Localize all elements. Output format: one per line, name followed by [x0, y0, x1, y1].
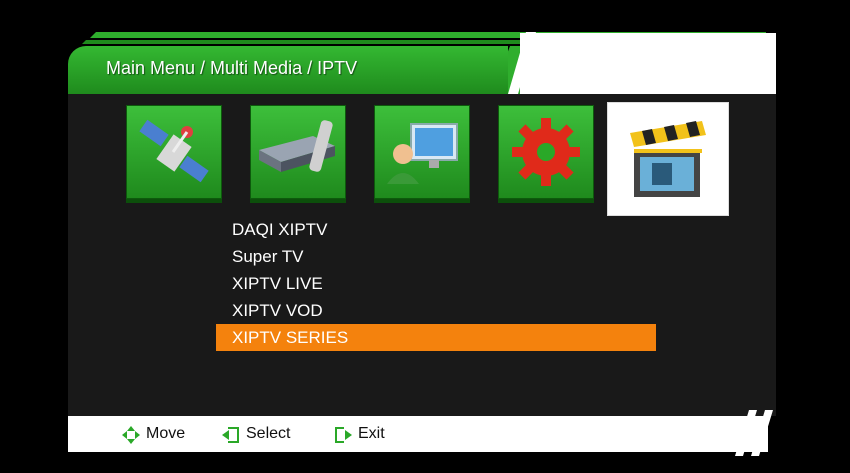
- satellite-icon: [139, 119, 209, 183]
- gear-icon: [512, 118, 580, 186]
- category-system[interactable]: [498, 105, 594, 199]
- stb-screen: Main Menu / Multi Media / IPTV DAQI XIPT…: [0, 0, 850, 473]
- category-installation[interactable]: [126, 105, 222, 199]
- hint-exit: Exit: [334, 416, 424, 452]
- hint-move-label: Move: [146, 425, 186, 442]
- iptv-menu-list: DAQI XIPTV Super TV XIPTV LIVE XIPTV VOD…: [216, 216, 656, 351]
- category-multimedia[interactable]: [607, 102, 729, 216]
- exit-icon: [335, 427, 352, 443]
- hint-select-label: Select: [246, 425, 291, 442]
- receiver-remote-icon: [259, 120, 335, 172]
- menu-item-xiptv-live[interactable]: XIPTV LIVE: [216, 270, 656, 297]
- page-title: Main Menu / Multi Media / IPTV: [106, 58, 358, 78]
- menu-item-xiptv-series[interactable]: XIPTV SERIES: [216, 324, 656, 351]
- category-settings[interactable]: [250, 105, 346, 199]
- menu-item-daqi-xiptv[interactable]: DAQI XIPTV: [216, 216, 656, 243]
- footer-stripes: [735, 410, 773, 456]
- category-tools[interactable]: [374, 105, 470, 199]
- hint-move: Move: [122, 416, 212, 452]
- move-arrows-icon: [122, 426, 140, 444]
- clapperboard-icon: [630, 121, 706, 197]
- user-monitor-icon: [387, 123, 458, 184]
- hint-select: Select: [222, 416, 322, 452]
- footer-bar: Move Select Exit: [68, 416, 768, 452]
- menu-item-super-tv[interactable]: Super TV: [216, 243, 656, 270]
- menu-item-xiptv-vod[interactable]: XIPTV VOD: [216, 297, 656, 324]
- header-white-panel: [520, 33, 776, 94]
- select-enter-icon: [222, 427, 239, 443]
- hint-exit-label: Exit: [358, 425, 385, 442]
